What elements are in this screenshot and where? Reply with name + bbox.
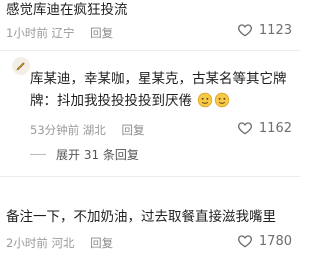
like-button[interactable]: 1780 <box>237 233 292 249</box>
comment-time: 53分钟前 <box>30 123 80 137</box>
comment-meta: 2小时前 河北 回复 <box>6 235 113 251</box>
emoji-face-icon <box>215 92 230 108</box>
comment-meta: 1小时前 辽宁 回复 <box>6 25 113 41</box>
like-count: 1123 <box>258 22 292 38</box>
expand-dash <box>30 154 46 155</box>
comment-text: 备注一下，不加奶油，过去取餐直接滋我嘴里 <box>6 209 276 225</box>
reply-button[interactable]: 回复 <box>90 26 113 40</box>
divider <box>0 176 300 177</box>
comment-text-line2: 牌：抖加我投投投投到厌倦 <box>30 91 294 112</box>
like-button[interactable]: 1162 <box>237 120 292 136</box>
comment-time: 2小时前 <box>6 236 48 250</box>
comment-location: 河北 <box>51 236 75 250</box>
expand-replies-label: 展开 31 条回复 <box>56 148 139 162</box>
heart-icon <box>237 24 252 37</box>
reply-button[interactable]: 回复 <box>121 123 144 137</box>
expand-replies-button[interactable]: 展开 31 条回复 <box>30 146 139 163</box>
heart-icon <box>237 235 252 248</box>
emoji-face-icon <box>198 92 213 108</box>
like-count: 1162 <box>258 120 292 136</box>
avatar[interactable] <box>12 57 30 75</box>
comment-text-line2-content: 牌：抖加我投投投投到厌倦 <box>30 93 192 109</box>
comment-location: 湖北 <box>82 123 106 137</box>
comment-meta: 53分钟前 湖北 回复 <box>30 122 144 138</box>
pencil-icon <box>16 62 25 71</box>
comment-location: 辽宁 <box>51 26 75 40</box>
divider <box>0 50 300 51</box>
reply-button[interactable]: 回复 <box>90 236 113 250</box>
like-button[interactable]: 1123 <box>237 22 292 38</box>
heart-icon <box>237 122 252 135</box>
like-count: 1780 <box>258 233 292 249</box>
comment-text-line1: 库某迪，幸某咖，星某克，古某名等其它牌 <box>30 71 287 87</box>
comment-text: 感觉库迪在疯狂投流 <box>6 2 128 18</box>
comment-time: 1小时前 <box>6 26 48 40</box>
